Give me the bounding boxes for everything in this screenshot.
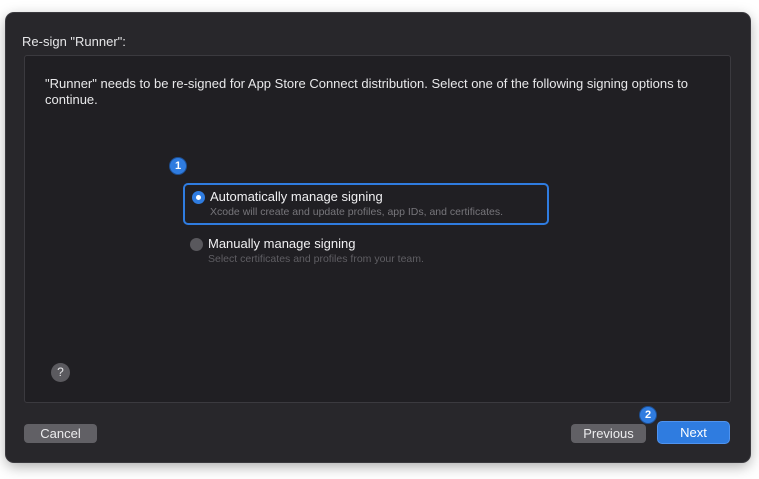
dialog-title: Re-sign "Runner":	[22, 34, 126, 49]
radio-manual-signing[interactable]	[190, 238, 203, 251]
option-automatic-signing[interactable]: Automatically manage signing Xcode will …	[183, 183, 549, 225]
cancel-button[interactable]: Cancel	[24, 424, 97, 443]
step-badge-1: 1	[170, 158, 186, 174]
dialog-description: "Runner" needs to be re-signed for App S…	[45, 76, 689, 107]
option-manual-signing-label: Manually manage signing	[208, 236, 356, 251]
option-automatic-signing-description: Xcode will create and update profiles, a…	[210, 206, 503, 218]
radio-automatic-signing[interactable]	[192, 191, 205, 204]
resign-dialog: Re-sign "Runner": "Runner" needs to be r…	[6, 13, 750, 462]
option-automatic-signing-label: Automatically manage signing	[210, 189, 383, 204]
content-panel: "Runner" needs to be re-signed for App S…	[24, 55, 731, 403]
next-button[interactable]: Next	[658, 422, 729, 443]
step-badge-2: 2	[640, 407, 656, 423]
previous-button[interactable]: Previous	[571, 424, 646, 443]
option-manual-signing-description: Select certificates and profiles from yo…	[208, 253, 424, 265]
help-button[interactable]: ?	[51, 363, 70, 382]
option-manual-signing[interactable]: Manually manage signing Select certifica…	[183, 232, 549, 274]
